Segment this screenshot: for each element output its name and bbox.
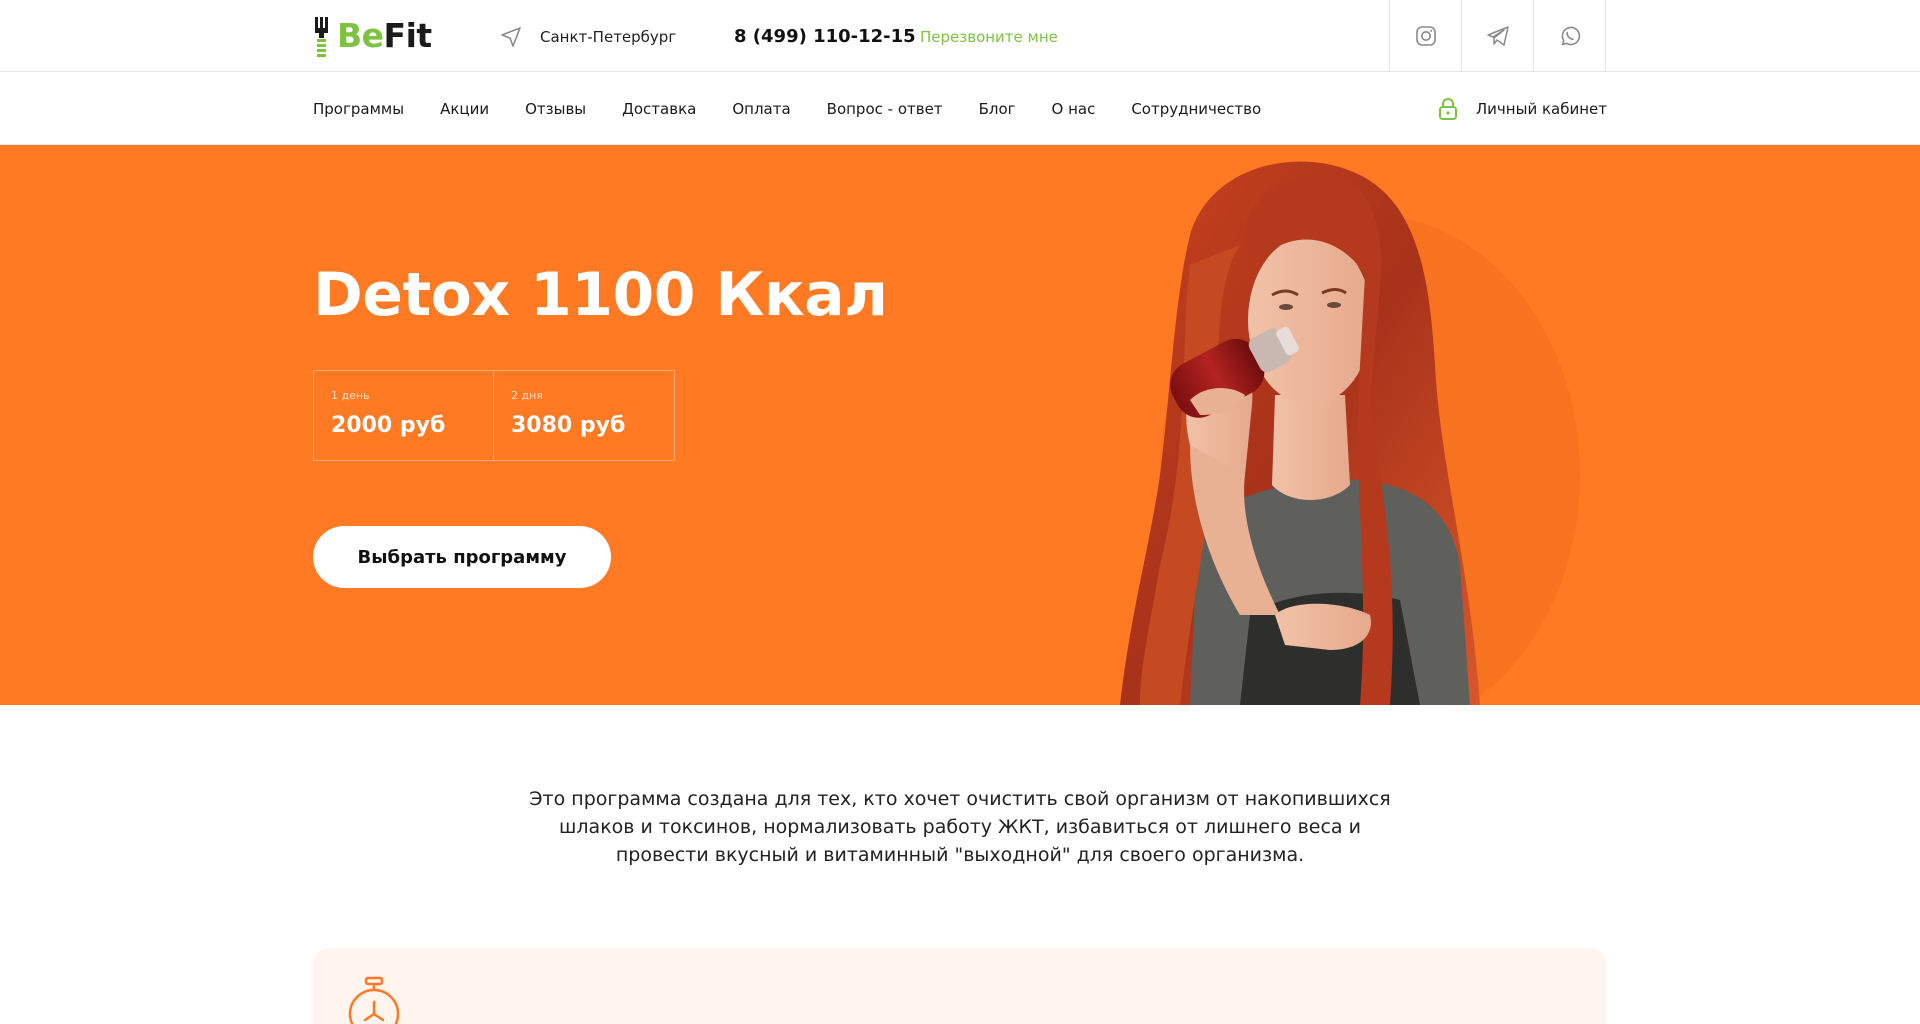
fork-logo-icon bbox=[313, 15, 333, 57]
phone-number[interactable]: 8 (499) 110-12-15 bbox=[734, 24, 916, 50]
befit-logo[interactable]: BeFit bbox=[313, 15, 432, 57]
program-description: Это программа создана для тех, кто хочет… bbox=[460, 785, 1460, 869]
whatsapp-icon bbox=[1561, 26, 1580, 46]
nav-item-partnership[interactable]: Сотрудничество bbox=[1131, 100, 1261, 118]
brand-suffix: Fit bbox=[383, 16, 433, 55]
nav-item-faq[interactable]: Вопрос - ответ bbox=[827, 100, 943, 118]
lock-icon bbox=[1438, 97, 1457, 120]
brand-name: BeFit bbox=[337, 15, 432, 57]
instagram-icon bbox=[1415, 26, 1436, 46]
telegram-link[interactable] bbox=[1462, 0, 1534, 72]
nav-item-blog[interactable]: Блог bbox=[979, 100, 1016, 118]
price-period: 1 день bbox=[331, 389, 370, 402]
program-title: Detox 1100 Ккал bbox=[313, 260, 888, 330]
nav-item-payment[interactable]: Оплата bbox=[732, 100, 790, 118]
social-links bbox=[1389, 0, 1606, 72]
instagram-link[interactable] bbox=[1390, 0, 1462, 72]
city-selector[interactable]: Санкт-Петербург bbox=[500, 24, 676, 50]
description-line: шлаков и токсинов, нормализовать работу … bbox=[559, 816, 1361, 838]
stopwatch-icon bbox=[348, 976, 400, 1024]
nav-item-about[interactable]: О нас bbox=[1052, 100, 1096, 118]
hero-banner: Detox 1100 Ккал 1 день 2000 руб 2 дня 30… bbox=[0, 145, 1920, 705]
account-link[interactable]: Личный кабинет bbox=[1438, 72, 1607, 145]
price-period: 2 дня bbox=[511, 389, 543, 402]
location-arrow-icon bbox=[501, 27, 521, 47]
telegram-icon bbox=[1486, 26, 1509, 46]
nav-item-promotions[interactable]: Акции bbox=[440, 100, 489, 118]
nav-item-programs[interactable]: Программы bbox=[313, 100, 404, 118]
nav-list: Программы Акции Отзывы Доставка Оплата В… bbox=[313, 72, 1297, 145]
nav-item-reviews[interactable]: Отзывы bbox=[525, 100, 586, 118]
description-line: Это программа создана для тех, кто хочет… bbox=[529, 788, 1391, 810]
brand-prefix: Be bbox=[337, 16, 384, 55]
price-value: 3080 руб bbox=[511, 413, 626, 438]
nav-item-delivery[interactable]: Доставка bbox=[622, 100, 696, 118]
main-nav: Программы Акции Отзывы Доставка Оплата В… bbox=[0, 72, 1920, 145]
top-header: BeFit Санкт-Петербург 8 (499) 110-12-15 … bbox=[0, 0, 1920, 72]
price-options: 1 день 2000 руб 2 дня 3080 руб bbox=[313, 370, 675, 461]
price-option-2-days[interactable]: 2 дня 3080 руб bbox=[494, 371, 674, 460]
feature-card bbox=[313, 948, 1606, 1024]
hero-photo-woman-drinking-juice bbox=[1120, 161, 1580, 705]
account-label: Личный кабинет bbox=[1475, 99, 1607, 118]
choose-program-button[interactable]: Выбрать программу bbox=[313, 526, 611, 588]
whatsapp-link[interactable] bbox=[1534, 0, 1606, 72]
callback-link[interactable]: Перезвоните мне bbox=[920, 25, 1058, 49]
price-value: 2000 руб bbox=[331, 413, 446, 438]
price-option-1-day[interactable]: 1 день 2000 руб bbox=[314, 371, 494, 460]
description-line: провести вкусный и витаминный "выходной"… bbox=[615, 844, 1305, 866]
city-name: Санкт-Петербург bbox=[540, 28, 677, 46]
